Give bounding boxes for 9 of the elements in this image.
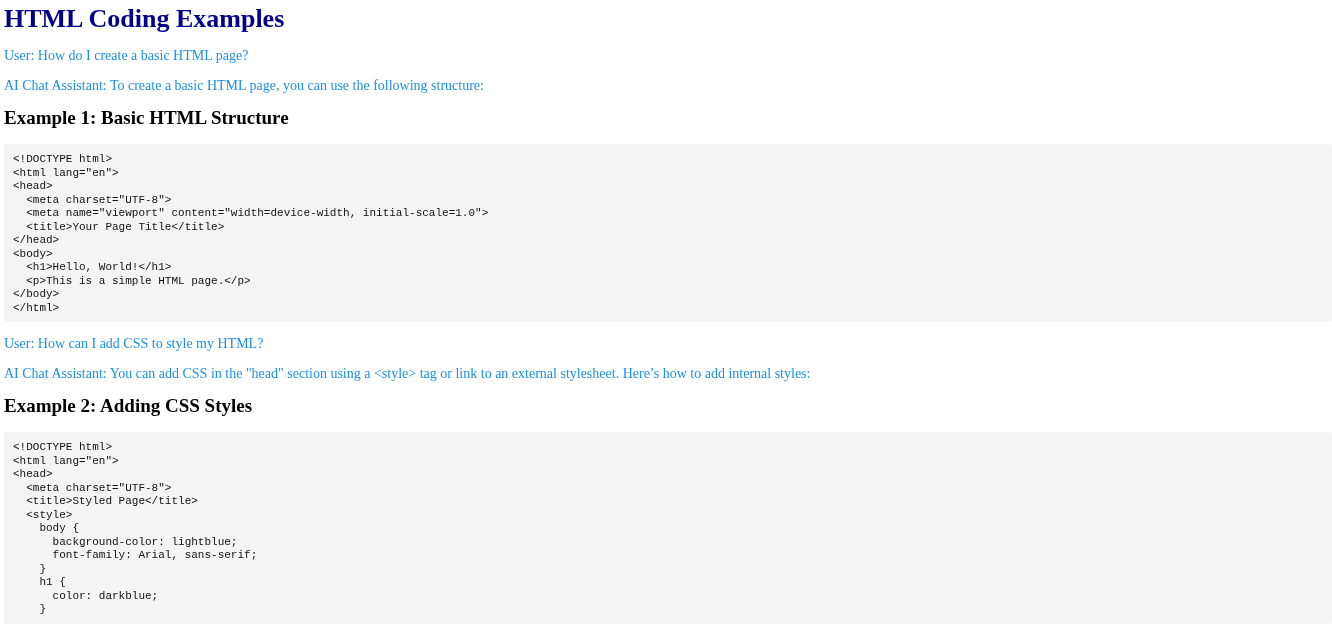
chat-message: User: How do I create a basic HTML page?: [4, 48, 250, 64]
code-block: <!DOCTYPE html> <html lang="en"> <head> <meta charset="UTF-8"> <meta name="viewport" content="width=device-width, initial-scale=1.0"> <title>Your Page Title</title> </head> <body> <h1>Hello, World!</h1> <p>This is a simple HTML page.</p> </body> </html>: [4, 144, 1332, 322]
chat-message: User: How can I add CSS to style my HTML?: [4, 336, 265, 352]
chat-message: AI Chat Assistant: To create a basic HTML page, you can use the following structure:: [4, 78, 485, 94]
page-title: HTML Coding Examples: [4, 4, 286, 34]
chat-message: AI Chat Assistant: You can add CSS in the "head" section using a <style> tag or link to an external stylesheet. Here’s how to add internal styles:: [4, 366, 812, 382]
section-heading: Example 2: Adding CSS Styles: [4, 395, 254, 417]
section-heading: Example 1: Basic HTML Structure: [4, 107, 290, 129]
code-block: <!DOCTYPE html> <html lang="en"> <head> <meta charset="UTF-8"> <title>Styled Page</title> <style> body { background-color: lightblue; font-family: Arial, sans-serif; } h1 { color: darkblue; }: [4, 432, 1332, 624]
